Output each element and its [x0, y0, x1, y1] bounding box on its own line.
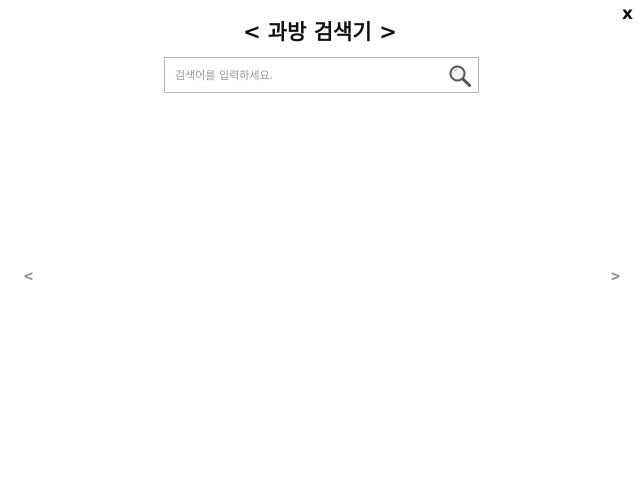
- search-bar: [164, 57, 479, 93]
- page-title: < 과방 검색기 >: [243, 20, 397, 44]
- search-icon[interactable]: [448, 64, 472, 88]
- next-arrow-button[interactable]: >: [611, 266, 620, 286]
- prev-arrow-button[interactable]: <: [24, 266, 33, 286]
- search-input[interactable]: [165, 58, 443, 92]
- search-popup: x < 과방 검색기 > < >: [0, 0, 640, 482]
